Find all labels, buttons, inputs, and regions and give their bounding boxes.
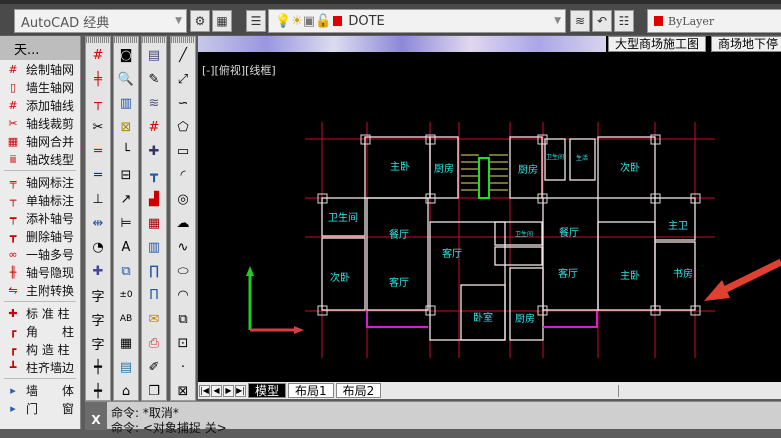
room-label: 次卧 bbox=[330, 271, 350, 284]
room-label: 客厅 bbox=[442, 247, 462, 260]
ucs-icon bbox=[246, 266, 304, 334]
room-label: 主卫 bbox=[668, 220, 688, 232]
stairs bbox=[461, 154, 508, 191]
room-label: 次卧 bbox=[620, 161, 640, 174]
room-label: 厨房 bbox=[518, 163, 538, 176]
red-arrow-icon bbox=[704, 258, 781, 301]
stair-well bbox=[478, 157, 490, 199]
room-label: 卫生间 bbox=[328, 211, 358, 224]
prev-tab-icon[interactable]: ◀ bbox=[211, 384, 222, 397]
room-label: 餐厅 bbox=[559, 226, 579, 239]
room-label: 主卧 bbox=[620, 269, 640, 282]
room-label: 生活 bbox=[576, 154, 588, 162]
tab-model[interactable]: 模型 bbox=[248, 383, 287, 398]
room-label: 卧室 bbox=[473, 311, 493, 324]
first-tab-icon[interactable]: |◀ bbox=[199, 384, 210, 397]
room-label: 客厅 bbox=[558, 267, 578, 280]
last-tab-icon[interactable]: ▶| bbox=[235, 384, 246, 397]
tab-layout2[interactable]: 布局2 bbox=[335, 383, 382, 398]
close-icon[interactable]: X bbox=[85, 402, 107, 430]
command-window: X 命令: *取消* 命令: <对象捕捉 关> bbox=[85, 401, 781, 435]
room-label: 主卧 bbox=[390, 160, 410, 173]
room-label: 厨房 bbox=[434, 162, 454, 175]
room-label: 书房 bbox=[673, 267, 693, 280]
next-tab-icon[interactable]: ▶ bbox=[223, 384, 234, 397]
room-label: 餐厅 bbox=[389, 228, 409, 241]
room-label: 厨房 bbox=[515, 312, 535, 325]
room-label: 客厅 bbox=[389, 276, 409, 289]
horizontal-scrollbar[interactable] bbox=[618, 384, 778, 397]
room-label: 卫生间 bbox=[546, 153, 564, 161]
columns bbox=[317, 134, 701, 316]
layout-tabs-bar: |◀ ◀ ▶ ▶| 模型 布局1 布局2 bbox=[198, 382, 781, 399]
command-history-line: 命令: <对象捕捉 关> bbox=[111, 421, 227, 435]
tab-layout1[interactable]: 布局1 bbox=[288, 383, 334, 398]
floor-plan: 主卧 厨房 厨房 卫生间 生活 次卧 卫生间 餐厅 客厅 卫生间 餐厅 主卫 次… bbox=[246, 122, 781, 358]
room-label: 卫生间 bbox=[515, 230, 533, 238]
